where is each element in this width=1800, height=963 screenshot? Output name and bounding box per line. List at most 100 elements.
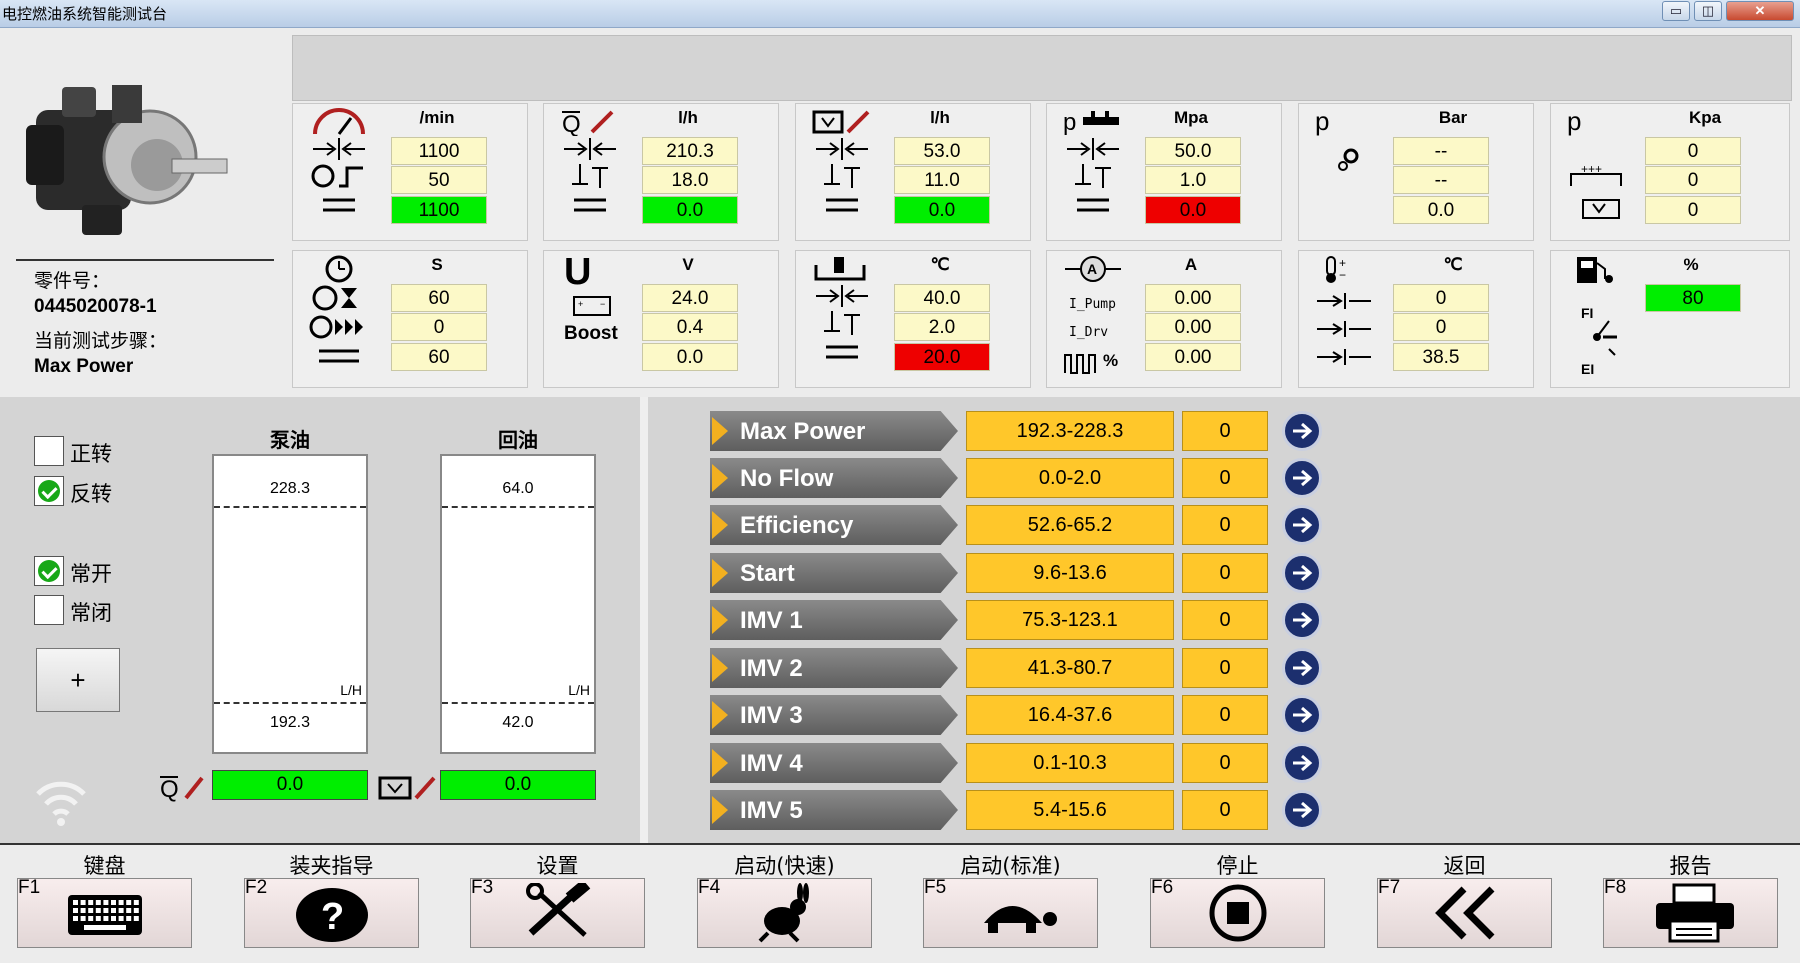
boost-label: Boost <box>564 323 618 344</box>
step-count: 0 <box>1182 458 1268 498</box>
pressure-label: p <box>1315 106 1330 136</box>
upper-limit-line <box>442 506 594 508</box>
step-count: 0 <box>1182 695 1268 735</box>
function-key-name: 键盘 <box>83 854 126 878</box>
arrow-right-icon[interactable] <box>1282 411 1322 451</box>
function-key-name: 装夹指导 <box>289 854 374 878</box>
arrow-right-icon[interactable] <box>1282 553 1322 593</box>
unit-label: Bar <box>1438 108 1468 127</box>
function-key-button[interactable] <box>1150 878 1325 948</box>
voltage-value[interactable]: 24.0 <box>642 284 738 312</box>
function-key-button[interactable] <box>923 878 1098 948</box>
pump-current-value: 0.00 <box>1145 284 1241 312</box>
close-button[interactable]: ✕ <box>1726 1 1794 21</box>
tolerance-value[interactable]: 2.0 <box>894 313 990 341</box>
step-name: Start <box>740 560 795 587</box>
time-value-2[interactable]: 0 <box>391 313 487 341</box>
function-key-label: F2 <box>245 877 268 898</box>
step-name-button[interactable]: IMV 4 <box>710 743 958 783</box>
time-card: S 60 0 60 <box>292 250 528 388</box>
return-lower-limit: 42.0 <box>502 714 534 731</box>
forward-rotation-label: 正转 <box>70 442 112 466</box>
step-range: 41.3-80.7 <box>966 648 1174 688</box>
function-key-button[interactable] <box>1603 878 1778 948</box>
step-count: 0 <box>1182 648 1268 688</box>
title-bar: 电控燃油系统智能测试台 ▭ ◫ ✕ <box>0 0 1800 28</box>
setpoint-icon <box>1315 343 1375 371</box>
function-key-label: F8 <box>1604 877 1627 898</box>
pump-lower-limit: 192.3 <box>269 714 311 731</box>
return-flow-icon <box>378 772 438 802</box>
pressure-value-3: 0.0 <box>1393 196 1489 224</box>
panel-separator <box>640 397 648 843</box>
speed-card: /min 1100 50 1100 <box>292 103 528 241</box>
step-name-button[interactable]: No Flow <box>710 458 958 498</box>
tolerance-value[interactable]: 11.0 <box>894 166 990 194</box>
time-value-1[interactable]: 60 <box>391 284 487 312</box>
restore-button[interactable]: ◫ <box>1694 1 1722 21</box>
step-name: IMV 4 <box>740 750 803 777</box>
function-key-button[interactable] <box>1377 878 1552 948</box>
setpoint-value[interactable]: 1100 <box>391 137 487 165</box>
minimize-button[interactable]: ▭ <box>1662 1 1690 21</box>
function-key-name: 设置 <box>536 854 579 878</box>
boost-value[interactable]: 0.4 <box>642 313 738 341</box>
setpoint-value[interactable]: 53.0 <box>894 137 990 165</box>
tolerance-value[interactable]: 18.0 <box>642 166 738 194</box>
normally-open-checkbox[interactable] <box>34 556 64 586</box>
step-name-button[interactable]: Start <box>710 553 958 593</box>
unit-label: ℃ <box>930 255 950 274</box>
arrow-right-icon[interactable] <box>1282 458 1322 498</box>
setpoint-value[interactable]: 40.0 <box>894 284 990 312</box>
oil-temp-icon <box>812 255 872 283</box>
step-marker-icon <box>712 559 728 587</box>
unit-label: Mpa <box>1174 108 1208 127</box>
setpoint-value[interactable]: 210.3 <box>642 137 738 165</box>
step-name-button[interactable]: Efficiency <box>710 505 958 545</box>
svg-text:?: ? <box>321 896 344 938</box>
setpoint-icon <box>1315 287 1375 315</box>
pressure-value-2: 0 <box>1645 166 1741 194</box>
normally-closed-checkbox[interactable] <box>34 595 64 625</box>
arrow-right-icon[interactable] <box>1282 505 1322 545</box>
voltage-actual: 0.0 <box>642 343 738 371</box>
upper-limit-line <box>214 506 366 508</box>
step-name-button[interactable]: IMV 1 <box>710 600 958 640</box>
fuel-percent-value[interactable]: 80 <box>1645 284 1741 312</box>
function-key-button[interactable] <box>470 878 645 948</box>
arrow-right-icon[interactable] <box>1282 695 1322 735</box>
step-range: 9.6-13.6 <box>966 553 1174 593</box>
step-name-button[interactable]: Max Power <box>710 411 958 451</box>
fuel-pump-icon <box>1567 255 1627 291</box>
step-name-button[interactable]: IMV 3 <box>710 695 958 735</box>
tolerance-value[interactable]: 50 <box>391 166 487 194</box>
actual-icon <box>1063 190 1123 218</box>
setpoint-value[interactable]: 50.0 <box>1145 137 1241 165</box>
function-key-button[interactable]: ? <box>244 878 419 948</box>
arrow-right-icon[interactable] <box>1282 600 1322 640</box>
actual-value: 20.0 <box>894 343 990 371</box>
step-range: 75.3-123.1 <box>966 600 1174 640</box>
arrow-right-icon[interactable] <box>1282 648 1322 688</box>
arrow-right-icon[interactable] <box>1282 790 1322 830</box>
reverse-rotation-checkbox[interactable] <box>34 476 64 506</box>
add-button[interactable]: + <box>36 648 120 712</box>
return-oil-title: 回油 <box>498 428 538 452</box>
function-key-button[interactable] <box>17 878 192 948</box>
unit-label: ℃ <box>1443 255 1463 274</box>
pump-oil-gauge: 228.3 L/H 192.3 <box>212 454 368 754</box>
actual-value: 1100 <box>391 196 487 224</box>
step-name-button[interactable]: IMV 2 <box>710 648 958 688</box>
driver-current-label: I_Drv <box>1069 325 1109 340</box>
app-title: 电控燃油系统智能测试台 <box>2 5 168 23</box>
tolerance-value[interactable]: 1.0 <box>1145 166 1241 194</box>
tolerance-icon <box>812 309 872 337</box>
function-key-button[interactable] <box>697 878 872 948</box>
forward-rotation-checkbox[interactable] <box>34 436 64 466</box>
step-name-button[interactable]: IMV 5 <box>710 790 958 830</box>
battery-icon: + − <box>560 291 620 319</box>
arrow-right-icon[interactable] <box>1282 743 1322 783</box>
temp-value-3: 38.5 <box>1393 343 1489 371</box>
svg-text:A: A <box>1087 261 1097 277</box>
pwm-percent-label: % <box>1103 351 1119 370</box>
